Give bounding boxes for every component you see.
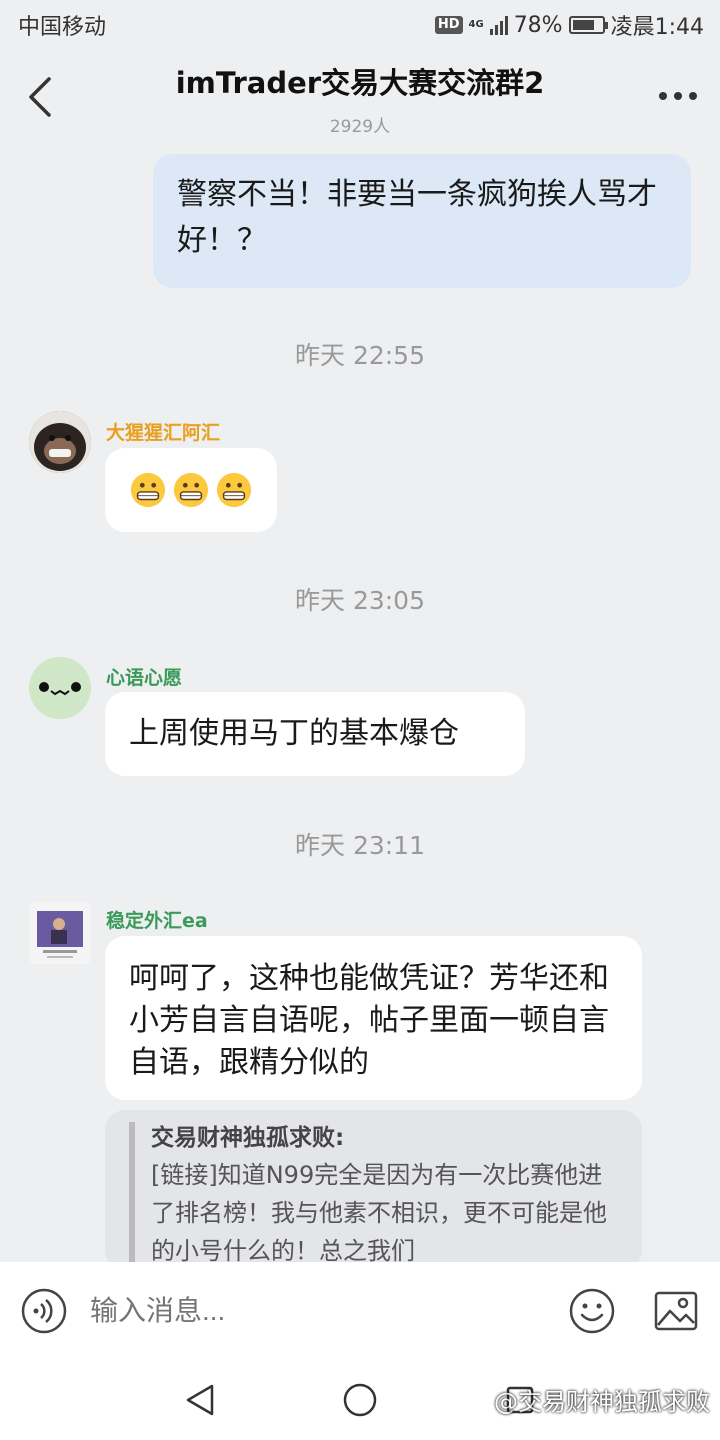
message-bubble[interactable]: 上周使用马丁的基本爆仓: [105, 692, 525, 776]
battery-icon: [568, 16, 608, 34]
battery-percent: 78%: [513, 12, 563, 38]
network-label: 4G: [468, 19, 484, 30]
signal-icon: [489, 15, 508, 35]
smiley-face-avatar-icon: [29, 657, 91, 719]
home-nav-button[interactable]: [340, 1380, 380, 1420]
image-button[interactable]: [652, 1287, 700, 1335]
sender-name[interactable]: 心语心愿: [106, 663, 182, 690]
input-bar: [0, 1262, 720, 1360]
timestamp: 昨天 23:11: [295, 831, 425, 860]
quote-text: [链接]知道N99完全是因为有一次比赛他进了排名榜！我与他素不相识，更不可能是他…: [151, 1161, 607, 1262]
image-icon: [654, 1291, 698, 1331]
grimacing-emoji-icon: [173, 472, 209, 508]
watermark: @交易财神独孤求败: [494, 1388, 710, 1416]
timestamp: 昨天 22:55: [295, 341, 425, 370]
quote-bar: [129, 1122, 135, 1262]
member-count: 2929人: [329, 117, 391, 137]
voice-input-button[interactable]: [20, 1287, 68, 1335]
dot-icon: [689, 92, 697, 100]
chat-header: imTrader交易大赛交流群2 2929人: [0, 50, 720, 146]
voice-icon: [21, 1288, 67, 1334]
sender-name[interactable]: 稳定外汇ea: [106, 906, 208, 933]
status-bar: 中国移动 HD 4G 78% 凌晨1:44: [0, 0, 720, 50]
navigation-bar: @交易财神独孤求败: [0, 1360, 720, 1440]
avatar[interactable]: [29, 657, 91, 719]
self-message-bubble[interactable]: 警察不当！非要当一条疯狗挨人骂才好！？: [153, 154, 691, 288]
message-list[interactable]: 警察不当！非要当一条疯狗挨人骂才好！？ 昨天 22:55 大猩猩汇阿汇 昨天 2…: [0, 146, 720, 1262]
sender-name[interactable]: 大猩猩汇阿汇: [106, 418, 220, 445]
dot-icon: [674, 92, 682, 100]
smiley-icon: [569, 1288, 615, 1334]
avatar[interactable]: [29, 411, 91, 473]
triangle-back-icon: [186, 1384, 214, 1416]
message-input[interactable]: [68, 1295, 568, 1327]
emoji-row: [129, 448, 253, 532]
message-bubble[interactable]: 呵呵了，这种也能做凭证？芳华还和小芳自言自语呢，帖子里面一顿自言自语，跟精分似的: [105, 936, 642, 1100]
status-indicators: HD 4G 78% 凌晨1:44: [434, 9, 704, 41]
clock: 凌晨1:44: [610, 15, 704, 40]
grimacing-emoji-icon: [130, 472, 166, 508]
photo-avatar-icon: [29, 902, 91, 964]
group-title: imTrader交易大赛交流群2: [175, 66, 545, 100]
circle-home-icon: [343, 1383, 377, 1417]
gorilla-avatar-icon: [29, 411, 91, 473]
grimacing-emoji-icon: [216, 472, 252, 508]
back-nav-button[interactable]: [180, 1380, 220, 1420]
timestamp: 昨天 23:05: [295, 586, 425, 615]
dot-icon: [659, 92, 667, 100]
more-options-button[interactable]: [654, 78, 702, 114]
avatar[interactable]: [29, 902, 91, 964]
emoji-button[interactable]: [568, 1287, 616, 1335]
quoted-message[interactable]: 交易财神独孤求败: [链接]知道N99完全是因为有一次比赛他进了排名榜！我与他素…: [105, 1110, 642, 1262]
hd-badge: HD: [434, 16, 463, 34]
carrier-label: 中国移动: [18, 15, 107, 40]
quote-author: 交易财神独孤求败:: [151, 1125, 345, 1151]
battery-level: [572, 20, 595, 30]
emoji-message-bubble[interactable]: [105, 448, 277, 532]
